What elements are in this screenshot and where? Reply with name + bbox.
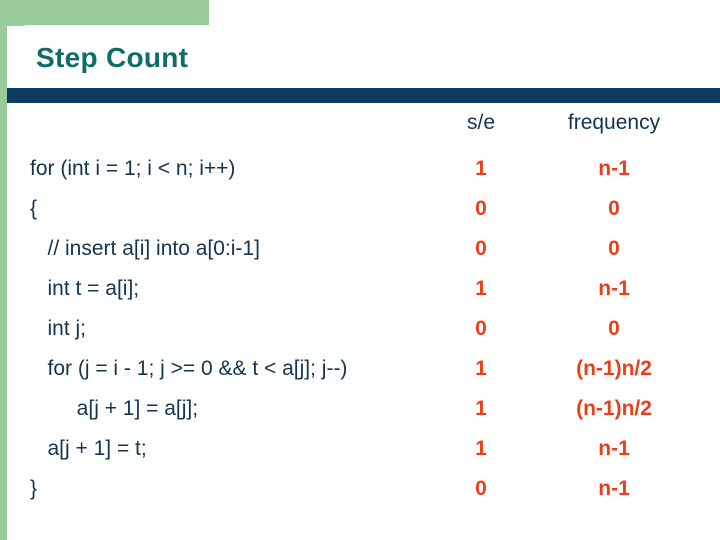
code-cell: // insert a[i] into a[0:i-1]: [30, 237, 260, 260]
code-cell: }: [30, 477, 38, 500]
frequency-cell: (n-1)n/2: [576, 397, 652, 420]
frequency-cell: n-1: [598, 477, 630, 500]
step-count-table: s/e frequency for (int i = 1; i < n; i++…: [0, 112, 720, 518]
frequency-cell: n-1: [598, 277, 630, 300]
code-cell: a[j + 1] = t;: [30, 437, 147, 460]
se-cell: 1: [475, 357, 487, 380]
table-row: for (j = i - 1; j >= 0 && t < a[j]; j--)…: [0, 358, 720, 398]
se-cell: 1: [475, 277, 487, 300]
se-cell: 0: [475, 477, 487, 500]
code-cell: for (int i = 1; i < n; i++): [30, 157, 236, 180]
frequency-cell: 0: [608, 237, 620, 260]
frequency-cell: n-1: [598, 157, 630, 180]
se-cell: 1: [475, 437, 487, 460]
frequency-cell: 0: [608, 197, 620, 220]
code-cell: int t = a[i];: [30, 277, 140, 300]
title-underline-bar: [7, 88, 720, 103]
table-row: int t = a[i]; 1 n-1: [0, 278, 720, 318]
table-row: // insert a[i] into a[0:i-1] 0 0: [0, 238, 720, 278]
title-bar-green-notch: [0, 88, 7, 103]
table-header-row: s/e frequency: [0, 112, 720, 158]
frequency-cell: n-1: [598, 437, 630, 460]
frequency-cell: 0: [608, 317, 620, 340]
column-header-se: s/e: [466, 111, 495, 134]
frequency-cell: (n-1)n/2: [576, 357, 652, 380]
table-row: a[j + 1] = a[j]; 1 (n-1)n/2: [0, 398, 720, 438]
se-cell: 0: [475, 317, 487, 340]
table-row: { 0 0: [0, 198, 720, 238]
page-title: Step Count: [36, 42, 189, 73]
code-cell: {: [30, 197, 38, 220]
header-green-block: [0, 0, 209, 26]
se-cell: 1: [475, 397, 487, 420]
code-cell: a[j + 1] = a[j];: [30, 397, 199, 420]
se-cell: 1: [475, 157, 487, 180]
table-row: } 0 n-1: [0, 478, 720, 518]
slide-canvas: Step Count s/e frequency for (int i = 1;…: [0, 0, 720, 540]
table-row: a[j + 1] = t; 1 n-1: [0, 438, 720, 478]
column-header-frequency: frequency: [567, 111, 661, 134]
se-cell: 0: [475, 237, 487, 260]
table-row: int j; 0 0: [0, 318, 720, 358]
se-cell: 0: [475, 197, 487, 220]
code-cell: for (j = i - 1; j >= 0 && t < a[j]; j--): [30, 357, 348, 380]
code-cell: int j;: [30, 317, 87, 340]
table-row: for (int i = 1; i < n; i++) 1 n-1: [0, 158, 720, 198]
